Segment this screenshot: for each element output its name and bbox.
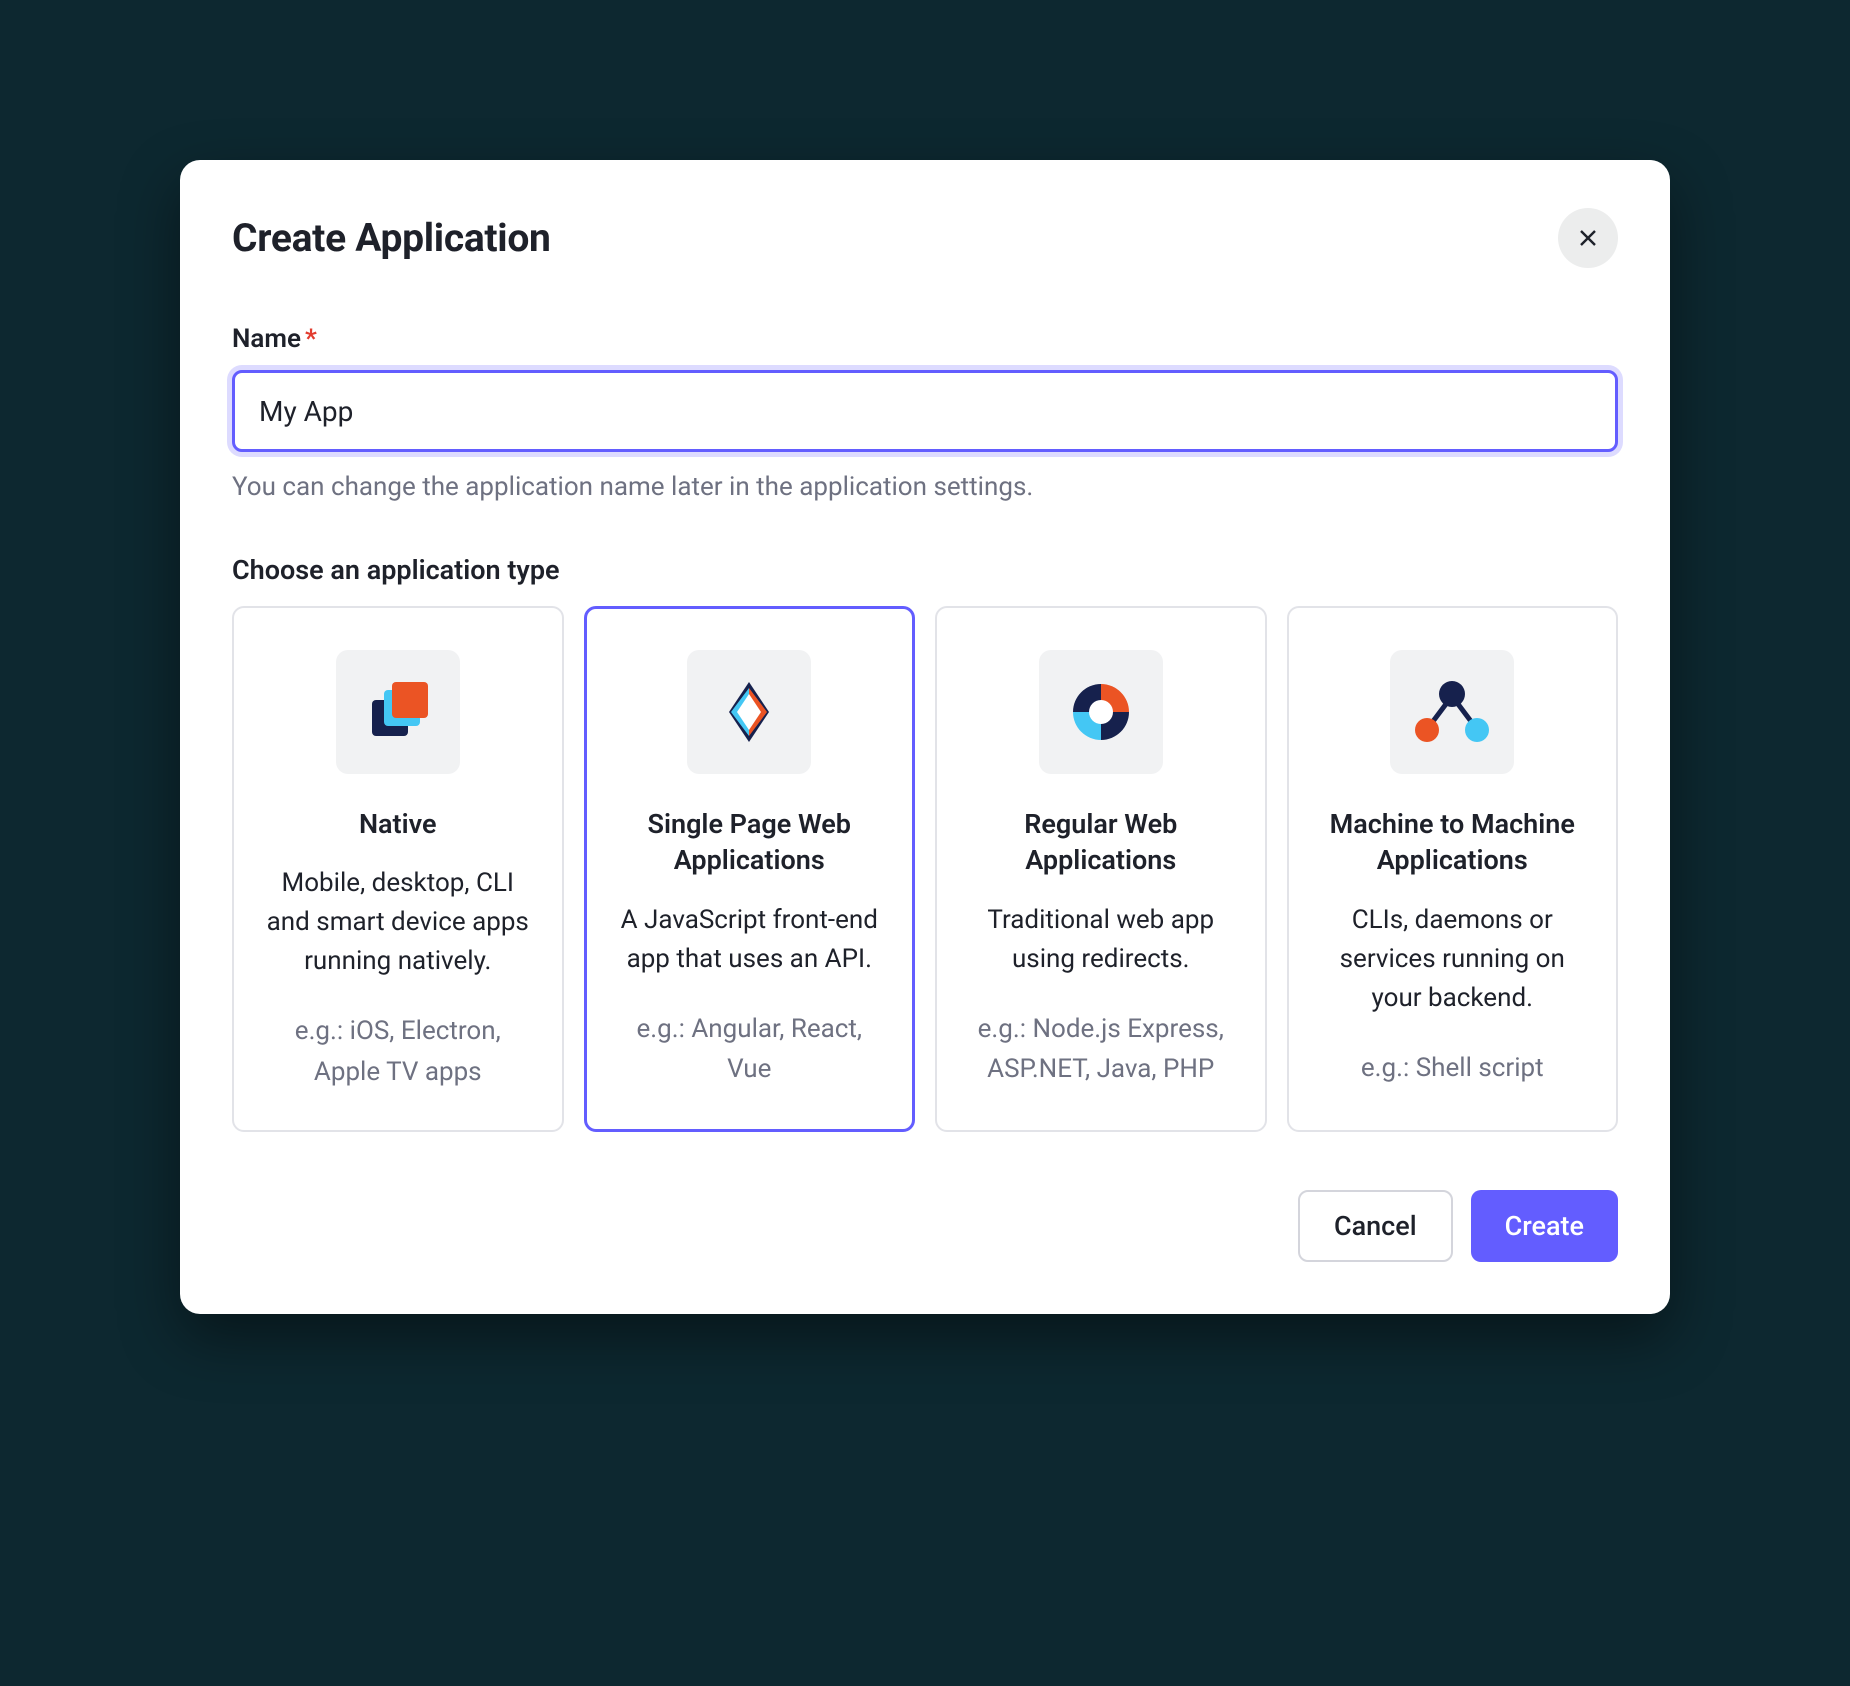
create-application-modal: Create Application Name* You can change … <box>180 160 1670 1314</box>
spa-icon <box>713 676 785 748</box>
app-type-card-spa[interactable]: Single Page Web Applications A JavaScrip… <box>584 606 916 1132</box>
regular-web-icon-wrap <box>1039 650 1163 774</box>
name-label: Name* <box>232 324 1618 354</box>
card-title: Native <box>359 806 437 842</box>
cancel-button[interactable]: Cancel <box>1298 1190 1453 1262</box>
card-examples: e.g.: Node.js Express, ASP.NET, Java, PH… <box>965 1009 1237 1090</box>
native-icon-wrap <box>336 650 460 774</box>
card-title: Regular Web Applications <box>965 806 1237 879</box>
app-type-card-native[interactable]: Native Mobile, desktop, CLI and smart de… <box>232 606 564 1132</box>
app-type-label: Choose an application type <box>232 554 1618 586</box>
name-hint: You can change the application name late… <box>232 472 1618 502</box>
m2m-icon <box>1410 676 1494 748</box>
app-type-card-m2m[interactable]: Machine to Machine Applications CLIs, da… <box>1287 606 1619 1132</box>
name-label-text: Name <box>232 324 301 354</box>
card-desc: Traditional web app using redirects. <box>965 901 1237 979</box>
regular-web-icon <box>1065 676 1137 748</box>
required-asterisk: * <box>305 324 317 354</box>
card-desc: A JavaScript front-end app that uses an … <box>614 901 886 979</box>
card-examples: e.g.: Shell script <box>1361 1048 1544 1088</box>
close-icon <box>1576 226 1600 250</box>
card-examples: e.g.: Angular, React, Vue <box>614 1009 886 1090</box>
native-icon <box>362 676 434 748</box>
modal-header: Create Application <box>232 208 1618 268</box>
card-examples: e.g.: iOS, Electron, Apple TV apps <box>262 1011 534 1092</box>
m2m-icon-wrap <box>1390 650 1514 774</box>
modal-title: Create Application <box>232 215 551 261</box>
close-button[interactable] <box>1558 208 1618 268</box>
card-desc: Mobile, desktop, CLI and smart device ap… <box>262 864 534 981</box>
card-desc: CLIs, daemons or services running on you… <box>1317 901 1589 1018</box>
app-type-grid: Native Mobile, desktop, CLI and smart de… <box>232 606 1618 1132</box>
create-button[interactable]: Create <box>1471 1190 1618 1262</box>
card-title: Machine to Machine Applications <box>1317 806 1589 879</box>
name-input[interactable] <box>232 370 1618 452</box>
spa-icon-wrap <box>687 650 811 774</box>
modal-footer: Cancel Create <box>232 1190 1618 1262</box>
app-type-card-regular-web[interactable]: Regular Web Applications Traditional web… <box>935 606 1267 1132</box>
card-title: Single Page Web Applications <box>614 806 886 879</box>
